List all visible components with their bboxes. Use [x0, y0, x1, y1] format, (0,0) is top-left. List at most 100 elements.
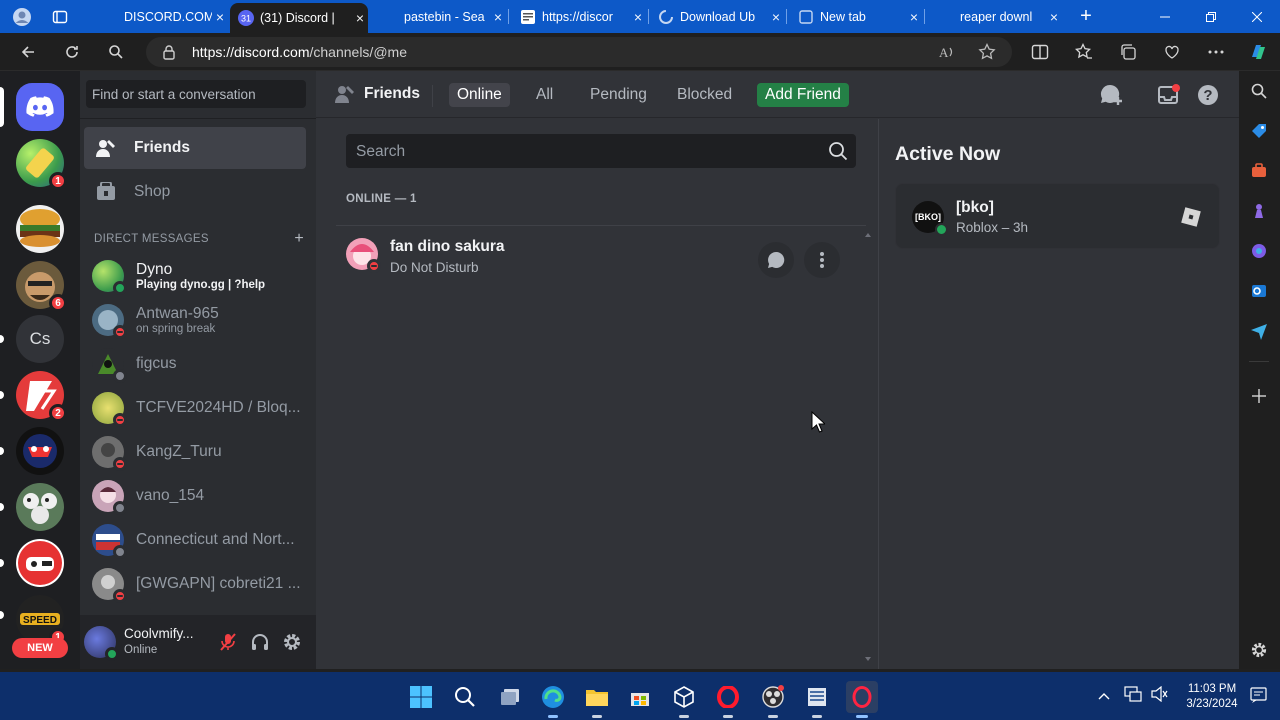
server-cs-icon[interactable]: Cs: [16, 315, 64, 363]
add-friend-button[interactable]: Add Friend: [757, 83, 849, 107]
send-icon[interactable]: [1247, 319, 1271, 343]
mute-mic-icon[interactable]: [216, 630, 240, 654]
url-field[interactable]: https://discord.com/channels/@me A: [146, 37, 1012, 67]
sidebar-settings-gear-icon[interactable]: [1247, 638, 1271, 662]
edge-browser-icon[interactable]: [537, 681, 569, 713]
browser-tab[interactable]: New tab ×: [794, 0, 922, 33]
browser-tab[interactable]: reaper downl ×: [934, 0, 1062, 33]
tab-actions-icon[interactable]: [46, 3, 74, 31]
show-hidden-icons-chevron-icon[interactable]: [1098, 688, 1110, 706]
profile-icon[interactable]: [8, 3, 36, 31]
favorite-star-icon[interactable]: [978, 42, 996, 66]
home-button[interactable]: [16, 83, 64, 131]
copilot-icon[interactable]: [1244, 38, 1272, 66]
notifications-icon[interactable]: [1250, 686, 1268, 709]
file-explorer-icon[interactable]: [581, 681, 613, 713]
taskbar-search-icon[interactable]: [449, 681, 481, 713]
add-sidebar-app-icon[interactable]: [1247, 384, 1271, 408]
restore-icon[interactable]: [1188, 0, 1234, 33]
shopping-tag-icon[interactable]: [1247, 119, 1271, 143]
browser-tab[interactable]: DISCORD.COM ×: [96, 0, 228, 33]
start-button-icon[interactable]: [405, 681, 437, 713]
find-conversation-input[interactable]: Find or start a conversation: [86, 80, 306, 108]
games-chess-icon[interactable]: [1247, 199, 1271, 223]
opera-gx-icon[interactable]: [846, 681, 878, 713]
collections-icon[interactable]: [1114, 38, 1142, 66]
new-group-dm-icon[interactable]: [1099, 83, 1125, 112]
split-screen-icon[interactable]: [1026, 38, 1054, 66]
new-tab-icon[interactable]: +: [1070, 0, 1102, 33]
friends-search-input[interactable]: Search: [346, 134, 856, 168]
dm-item[interactable]: TCFVE2024HD / Bloq...: [84, 386, 306, 430]
dm-item[interactable]: Antwan-965 on spring break: [84, 298, 306, 342]
dm-item[interactable]: KangZ_Turu: [84, 430, 306, 474]
tab-close-icon[interactable]: ×: [768, 9, 784, 25]
opera-browser-icon[interactable]: [712, 681, 744, 713]
favorites-icon[interactable]: [1070, 38, 1098, 66]
3d-cube-app-icon[interactable]: [668, 681, 700, 713]
copilot-sidebar-icon[interactable]: [1247, 239, 1271, 263]
volume-muted-icon[interactable]: [1150, 685, 1168, 707]
tab-online[interactable]: Online: [449, 83, 510, 107]
dm-item[interactable]: figcus: [84, 342, 306, 386]
outlook-icon[interactable]: [1247, 279, 1271, 303]
server-7-icon[interactable]: [16, 483, 64, 531]
taskbar-clock[interactable]: 11:03 PM 3/23/2024: [1178, 682, 1246, 712]
task-view-icon[interactable]: [494, 681, 526, 713]
tab-close-icon[interactable]: ×: [212, 9, 228, 25]
browser-tab[interactable]: Download Ub ×: [654, 0, 784, 33]
help-icon[interactable]: ?: [1196, 83, 1220, 112]
dm-item[interactable]: Dyno Playing dyno.gg | ?help: [84, 254, 306, 298]
status-dnd-icon: [113, 457, 127, 471]
tools-briefcase-icon[interactable]: [1247, 159, 1271, 183]
lock-icon[interactable]: [162, 44, 176, 65]
new-unreads-badge[interactable]: NEW: [12, 638, 68, 658]
tab-close-icon[interactable]: ×: [906, 9, 922, 25]
dm-item[interactable]: [GWGAPN] cobreti21 ...: [84, 562, 306, 606]
browser-tab[interactable]: https://discor ×: [516, 0, 646, 33]
network-icon[interactable]: [1124, 686, 1142, 707]
more-button[interactable]: [804, 242, 840, 278]
dm-item[interactable]: vano_154: [84, 474, 306, 518]
read-aloud-icon[interactable]: A: [938, 43, 956, 64]
server-2-icon[interactable]: [16, 205, 64, 253]
tab-close-icon[interactable]: ×: [630, 9, 646, 25]
message-button[interactable]: [758, 242, 794, 278]
search-icon[interactable]: [102, 38, 130, 66]
nav-friends[interactable]: Friends: [84, 127, 306, 169]
server-1-icon[interactable]: 1: [16, 139, 67, 190]
obs-studio-icon[interactable]: [757, 681, 789, 713]
friend-row[interactable]: fan dino sakura Do Not Disturb: [336, 225, 866, 287]
tab-close-icon[interactable]: ×: [1046, 9, 1062, 25]
browser-essentials-icon[interactable]: [1158, 38, 1186, 66]
active-now-card[interactable]: [BKO] [bko] Roblox – 3h: [895, 183, 1220, 249]
inbox-icon[interactable]: [1156, 83, 1180, 112]
headphones-icon[interactable]: [248, 630, 272, 654]
tab-pending[interactable]: Pending: [582, 83, 655, 107]
tab-all[interactable]: All: [528, 83, 561, 107]
user-avatar[interactable]: [84, 626, 119, 661]
browser-tab-active[interactable]: 31 (31) Discord | ×: [230, 3, 368, 33]
refresh-icon[interactable]: [58, 38, 86, 66]
microsoft-store-icon[interactable]: [624, 681, 656, 713]
server-6-icon[interactable]: [16, 427, 64, 475]
tab-blocked[interactable]: Blocked: [669, 83, 740, 107]
sidebar-search-icon[interactable]: [1247, 79, 1271, 103]
server-5-icon[interactable]: 2: [16, 371, 67, 422]
create-dm-icon[interactable]: +: [294, 230, 304, 248]
user-settings-gear-icon[interactable]: [280, 630, 304, 654]
back-icon[interactable]: [14, 38, 42, 66]
scrollbar[interactable]: [864, 229, 872, 665]
close-window-icon[interactable]: [1234, 0, 1280, 33]
nav-shop[interactable]: Shop: [84, 171, 306, 213]
tab-close-icon[interactable]: ×: [352, 10, 368, 26]
server-9-icon[interactable]: SPEED 1: [16, 595, 67, 646]
minimize-icon[interactable]: [1142, 0, 1188, 33]
server-8-icon[interactable]: [16, 539, 64, 587]
server-3-icon[interactable]: 6: [16, 261, 67, 312]
dm-item[interactable]: Connecticut and Nort...: [84, 518, 306, 562]
tab-close-icon[interactable]: ×: [490, 9, 506, 25]
more-options-icon[interactable]: [1202, 38, 1230, 66]
spreadsheet-app-icon[interactable]: [801, 681, 833, 713]
browser-tab[interactable]: pastebin - Sea ×: [376, 0, 506, 33]
